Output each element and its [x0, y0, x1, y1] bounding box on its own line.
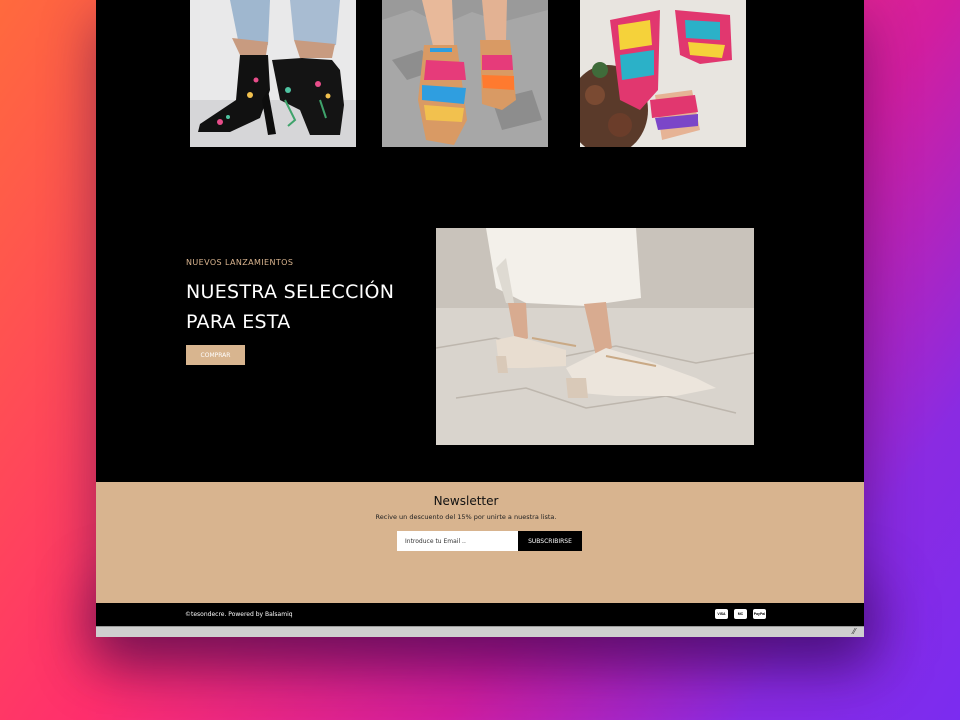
paypal-icon: PayPal	[753, 609, 766, 619]
email-input[interactable]	[397, 531, 518, 551]
horizontal-scrollbar[interactable]: ⁄⁄	[96, 626, 864, 637]
payment-icons: VISA MC PayPal	[715, 609, 766, 619]
subscribe-button[interactable]: SUBSCRIBIRSE	[518, 531, 582, 551]
product-gallery	[96, 0, 864, 147]
hero-text-block: NUEVOS LANZAMIENTOS NUESTRA SELECCIÓN PA…	[186, 258, 426, 365]
hero-image-nude-heels[interactable]	[436, 228, 754, 445]
browser-window: NUEVOS LANZAMIENTOS NUESTRA SELECCIÓN PA…	[96, 0, 864, 637]
hero-headline: NUESTRA SELECCIÓN PARA ESTA	[186, 277, 426, 337]
copyright-text: ©tesondecre. Powered by Balsamiq	[185, 611, 293, 618]
mastercard-icon: MC	[734, 609, 747, 619]
gallery-image-heels[interactable]	[190, 0, 356, 147]
gallery-image-woven-sandals[interactable]	[382, 0, 548, 147]
newsletter-form: SUBSCRIBIRSE	[397, 531, 582, 551]
visa-icon: VISA	[715, 609, 728, 619]
newsletter-subtitle: Recive un descuento del 15% por unirte a…	[375, 513, 557, 521]
hero-headline-line-1: NUESTRA SELECCIÓN	[186, 281, 395, 303]
gallery-image-pink-sandals[interactable]	[580, 0, 746, 147]
hero-headline-line-2: PARA ESTA	[186, 311, 291, 333]
shop-button[interactable]: COMPRAR	[186, 345, 245, 365]
hero-eyebrow: NUEVOS LANZAMIENTOS	[186, 258, 294, 267]
resize-handle-icon[interactable]: ⁄⁄	[853, 627, 862, 636]
newsletter-title: Newsletter	[433, 494, 499, 508]
footer: ©tesondecre. Powered by Balsamiq VISA MC…	[96, 603, 864, 626]
newsletter-section: Newsletter Recive un descuento del 15% p…	[96, 482, 864, 603]
